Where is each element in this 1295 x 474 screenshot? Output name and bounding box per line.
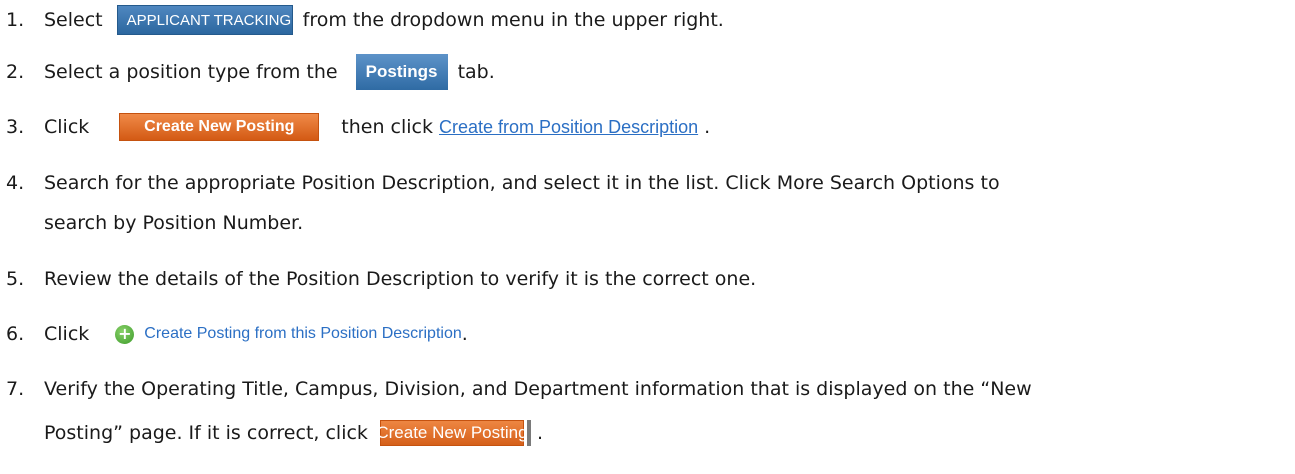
step-number: 5.: [6, 268, 25, 290]
step-2: 2. Select a position type from the Posti…: [0, 54, 495, 90]
caret-down-icon: ▼: [291, 14, 302, 26]
step-number: 6.: [6, 323, 25, 345]
plus-circle-icon[interactable]: +: [115, 324, 135, 344]
step-text: from the dropdown menu in the upper righ…: [302, 9, 724, 31]
step-text: Select a position type from the: [44, 61, 338, 83]
button-edge: [526, 420, 531, 446]
step-text: Search for the appropriate Position Desc…: [44, 172, 1000, 194]
step-7-continuation: Posting” page. If it is correct, click C…: [44, 420, 543, 446]
step-number: 7.: [6, 378, 25, 400]
step-text: .: [536, 422, 543, 444]
step-text: then click: [341, 116, 433, 138]
create-posting-from-position-description-link[interactable]: Create Posting from this Position Descri…: [144, 325, 461, 343]
step-number: 1.: [6, 9, 25, 31]
step-text: Click: [44, 116, 90, 138]
step-text: tab.: [457, 61, 495, 83]
postings-tab[interactable]: Postings: [355, 54, 448, 90]
dropdown-label: APPLICANT TRACKING: [126, 11, 292, 29]
step-1: 1. Select APPLICANT TRACKING ▼ from the …: [0, 4, 724, 36]
step-4: 4. Search for the appropriate Position D…: [0, 168, 1000, 198]
step-text: Select: [44, 9, 103, 31]
instructions-document: 1. Select APPLICANT TRACKING ▼ from the …: [0, 0, 1295, 474]
step-7: 7. Verify the Operating Title, Campus, D…: [0, 374, 1032, 404]
create-new-posting-button[interactable]: Create New Posting: [119, 113, 320, 141]
step-3: 3. Click Create New Posting then click C…: [0, 112, 710, 142]
create-from-position-description-link[interactable]: Create from Position Description: [439, 117, 698, 138]
step-5: 5. Review the details of the Position De…: [0, 264, 756, 294]
step-text: Review the details of the Position Descr…: [44, 268, 757, 290]
step-4-continuation: search by Position Number.: [44, 212, 304, 234]
step-number: 2.: [6, 61, 25, 83]
create-new-posting-submit-button[interactable]: Create New Posting: [376, 420, 528, 446]
applicant-tracking-dropdown[interactable]: APPLICANT TRACKING ▼: [116, 5, 301, 35]
step-text: Click: [44, 323, 90, 345]
step-number: 4.: [6, 172, 25, 194]
step-number: 3.: [6, 116, 25, 138]
step-text: Posting” page. If it is correct, click: [44, 422, 368, 444]
step-6: 6. Click + Create Posting from this Posi…: [0, 319, 468, 349]
step-text: .: [704, 116, 711, 138]
step-text: Verify the Operating Title, Campus, Divi…: [44, 378, 1032, 400]
step-text: .: [461, 323, 468, 345]
